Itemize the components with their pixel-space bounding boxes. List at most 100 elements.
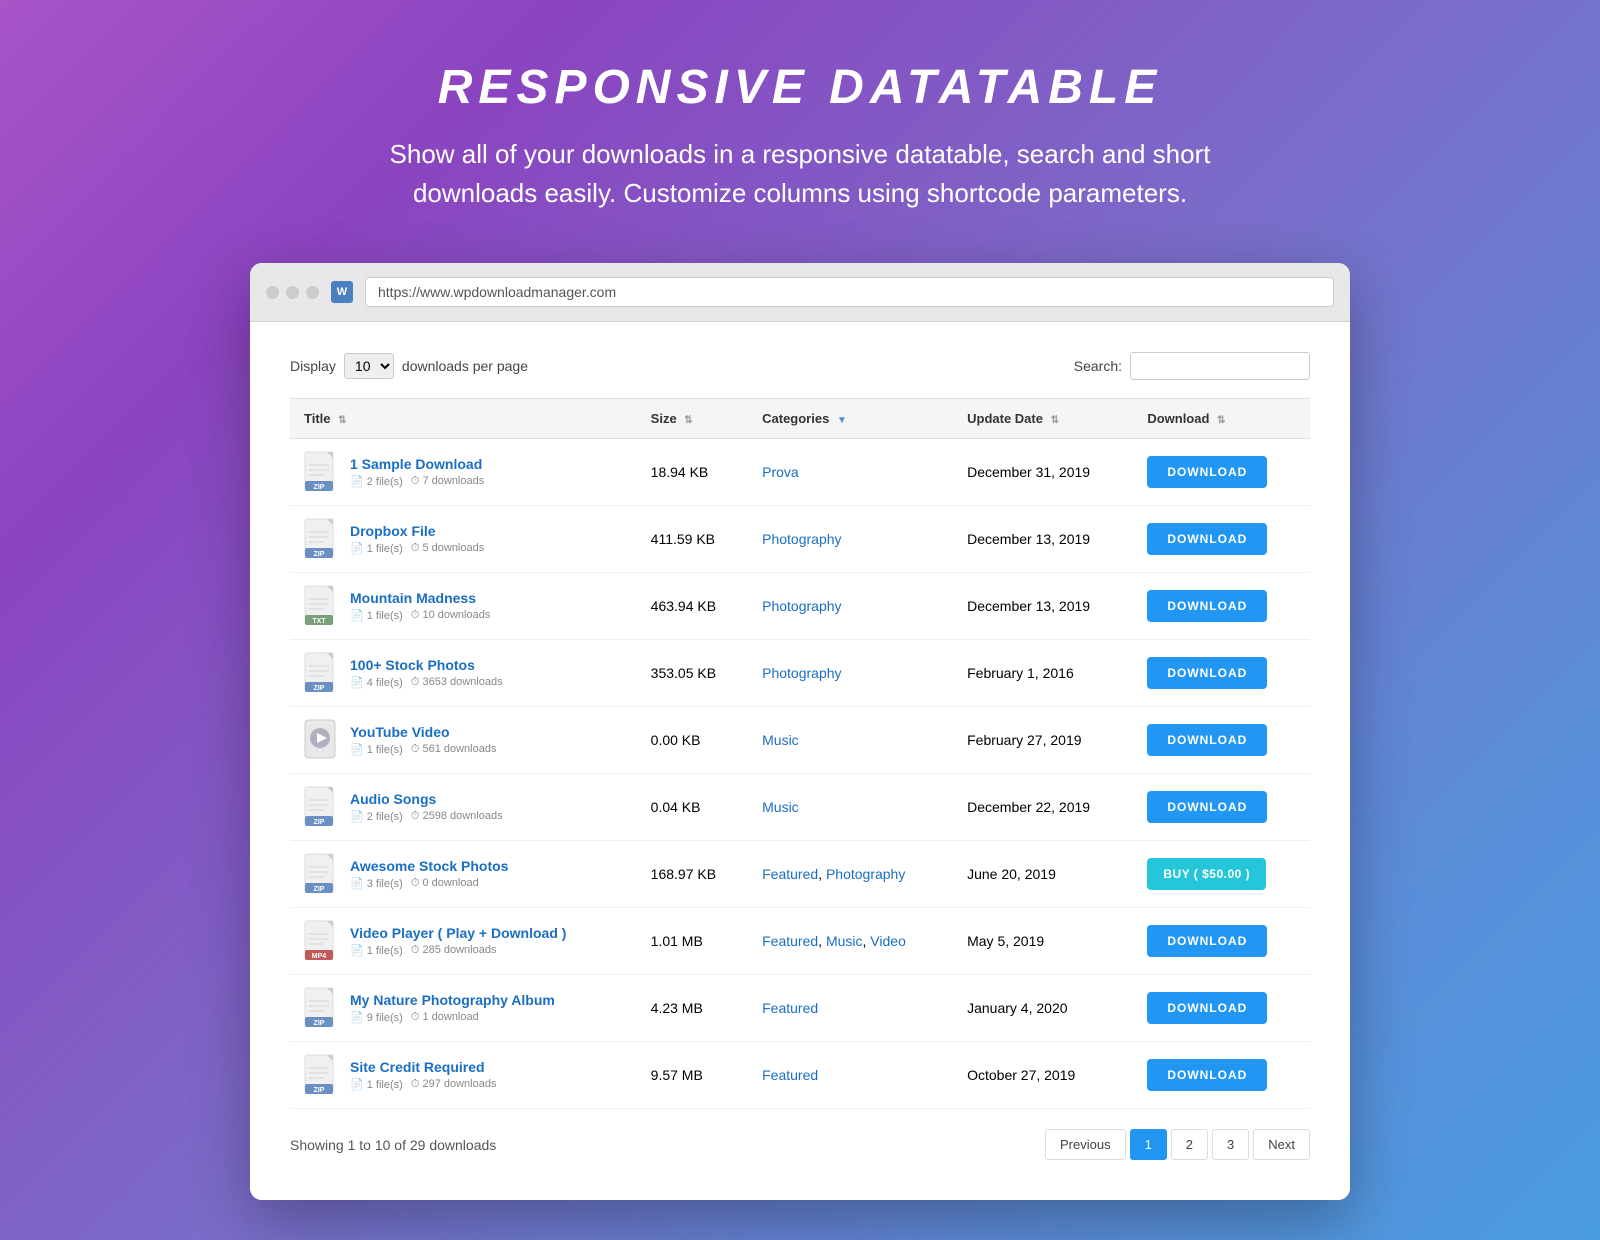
category-link[interactable]: Video [870,933,906,949]
download-button[interactable]: DOWNLOAD [1147,523,1267,555]
browser-dots [266,286,319,299]
file-icon: MP4 [304,920,340,962]
page-2-button[interactable]: 2 [1171,1129,1208,1160]
title-cell: ZIP Site Credit Required 📄 1 file(s) ⏱ 2… [290,1042,637,1109]
download-button[interactable]: DOWNLOAD [1147,724,1267,756]
next-button[interactable]: Next [1253,1129,1310,1160]
date-cell: May 5, 2019 [953,908,1133,975]
file-title-link[interactable]: Mountain Madness [350,590,490,606]
date-cell: February 1, 2016 [953,640,1133,707]
file-title-link[interactable]: Dropbox File [350,523,484,539]
action-cell: DOWNLOAD [1133,774,1310,841]
file-info: 1 Sample Download 📄 2 file(s) ⏱ 7 downlo… [350,456,484,488]
title-cell: ZIP 100+ Stock Photos 📄 4 file(s) ⏱ 3653… [290,640,637,707]
browser-url-bar[interactable]: https://www.wpdownloadmanager.com [365,277,1334,307]
page-subtitle: Show all of your downloads in a responsi… [350,135,1250,213]
svg-text:ZIP: ZIP [314,1087,325,1094]
file-title-link[interactable]: Site Credit Required [350,1059,496,1075]
file-title-link[interactable]: 1 Sample Download [350,456,484,472]
search-input[interactable] [1130,352,1310,380]
display-control: Display 10 25 50 downloads per page [290,353,528,379]
category-link[interactable]: Music [762,799,799,815]
sort-icon-size: ⇅ [684,415,692,426]
download-button[interactable]: DOWNLOAD [1147,657,1267,689]
col-title: Title ⇅ [290,399,637,439]
search-control: Search: [1074,352,1310,380]
size-cell: 0.00 KB [637,707,748,774]
download-count: ⏱ 3653 downloads [411,676,503,689]
category-link[interactable]: Prova [762,464,799,480]
size-cell: 168.97 KB [637,841,748,908]
category-cell: Photography [748,573,953,640]
table-controls: Display 10 25 50 downloads per page Sear… [290,352,1310,380]
download-button[interactable]: DOWNLOAD [1147,1059,1267,1091]
display-select[interactable]: 10 25 50 [344,353,394,379]
action-cell: BUY ( $50.00 ) [1133,841,1310,908]
file-cell: ZIP Dropbox File 📄 1 file(s) ⏱ 5 downloa… [304,518,623,560]
category-link[interactable]: Music [826,933,863,949]
file-info: Awesome Stock Photos 📄 3 file(s) ⏱ 0 dow… [350,858,508,890]
download-button[interactable]: DOWNLOAD [1147,992,1267,1024]
prev-button[interactable]: Previous [1045,1129,1126,1160]
svg-text:TXT: TXT [312,618,326,625]
file-info: Video Player ( Play + Download ) 📄 1 fil… [350,925,566,957]
title-cell: YouTube Video 📄 1 file(s) ⏱ 561 download… [290,707,637,774]
file-count: 📄 1 file(s) [350,609,403,622]
table-row: ZIP Awesome Stock Photos 📄 3 file(s) ⏱ 0… [290,841,1310,908]
download-button[interactable]: DOWNLOAD [1147,456,1267,488]
file-meta: 📄 4 file(s) ⏱ 3653 downloads [350,676,503,689]
title-cell: ZIP Audio Songs 📄 2 file(s) ⏱ 2598 downl… [290,774,637,841]
file-cell: ZIP Audio Songs 📄 2 file(s) ⏱ 2598 downl… [304,786,623,828]
file-meta: 📄 1 file(s) ⏱ 5 downloads [350,542,484,555]
category-link[interactable]: Music [762,732,799,748]
display-label: Display [290,358,336,374]
page-3-button[interactable]: 3 [1212,1129,1249,1160]
file-count: 📄 9 file(s) [350,1011,403,1024]
file-info: My Nature Photography Album 📄 9 file(s) … [350,992,555,1024]
file-icon: ZIP [304,1054,340,1096]
category-link[interactable]: Photography [762,598,841,614]
action-cell: DOWNLOAD [1133,439,1310,506]
page-1-button[interactable]: 1 [1130,1129,1167,1160]
file-meta: 📄 9 file(s) ⏱ 1 download [350,1011,555,1024]
category-link[interactable]: Photography [826,866,905,882]
file-title-link[interactable]: 100+ Stock Photos [350,657,503,673]
action-cell: DOWNLOAD [1133,573,1310,640]
date-cell: December 31, 2019 [953,439,1133,506]
buy-button[interactable]: BUY ( $50.00 ) [1147,858,1266,890]
table-body: ZIP 1 Sample Download 📄 2 file(s) ⏱ 7 do… [290,439,1310,1109]
download-button[interactable]: DOWNLOAD [1147,590,1267,622]
action-cell: DOWNLOAD [1133,640,1310,707]
category-cell: Prova [748,439,953,506]
file-title-link[interactable]: Video Player ( Play + Download ) [350,925,566,941]
download-button[interactable]: DOWNLOAD [1147,925,1267,957]
file-info: YouTube Video 📄 1 file(s) ⏱ 561 download… [350,724,496,756]
file-title-link[interactable]: My Nature Photography Album [350,992,555,1008]
table-row: ZIP 100+ Stock Photos 📄 4 file(s) ⏱ 3653… [290,640,1310,707]
file-title-link[interactable]: Awesome Stock Photos [350,858,508,874]
showing-text: Showing 1 to 10 of 29 downloads [290,1137,496,1153]
file-cell: ZIP Awesome Stock Photos 📄 3 file(s) ⏱ 0… [304,853,623,895]
header-row: Title ⇅ Size ⇅ Categories ▼ Update Date … [290,399,1310,439]
header-section: RESPONSIVE DATATABLE Show all of your do… [350,60,1250,213]
category-link[interactable]: Featured [762,933,818,949]
file-title-link[interactable]: Audio Songs [350,791,503,807]
download-count: ⏱ 1 download [411,1011,479,1024]
svg-text:MP4: MP4 [312,953,327,960]
download-count: ⏱ 2598 downloads [411,810,503,823]
download-count: ⏱ 0 download [411,877,479,890]
action-cell: DOWNLOAD [1133,975,1310,1042]
category-link[interactable]: Featured [762,1000,818,1016]
category-link[interactable]: Featured [762,866,818,882]
category-link[interactable]: Photography [762,531,841,547]
file-title-link[interactable]: YouTube Video [350,724,496,740]
table-row: MP4 Video Player ( Play + Download ) 📄 1… [290,908,1310,975]
category-link[interactable]: Photography [762,665,841,681]
table-row: ZIP My Nature Photography Album 📄 9 file… [290,975,1310,1042]
download-button[interactable]: DOWNLOAD [1147,791,1267,823]
date-cell: December 13, 2019 [953,573,1133,640]
file-meta: 📄 1 file(s) ⏱ 297 downloads [350,1078,496,1091]
category-cell: Featured, Photography [748,841,953,908]
table-footer: Showing 1 to 10 of 29 downloads Previous… [290,1129,1310,1160]
category-link[interactable]: Featured [762,1067,818,1083]
